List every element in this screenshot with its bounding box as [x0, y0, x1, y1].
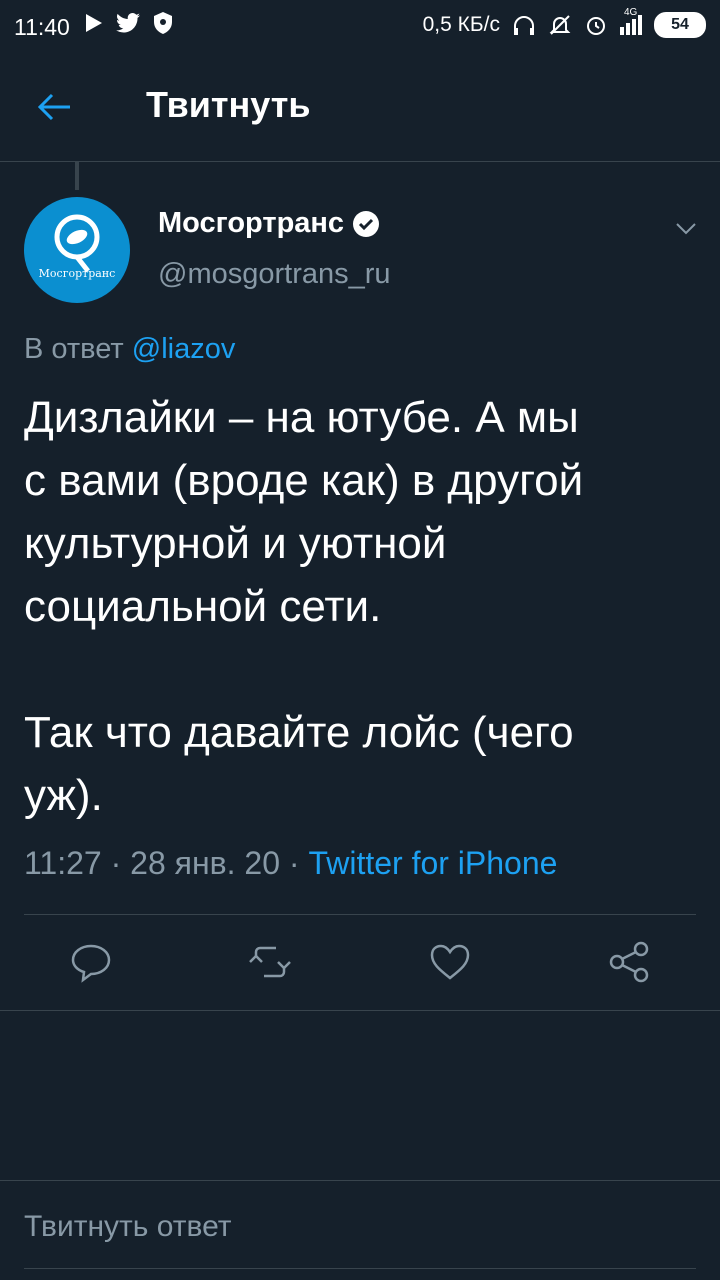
divider: [24, 914, 696, 915]
mute-bell-icon: [549, 15, 571, 35]
reply-mention-link[interactable]: @liazov: [132, 333, 236, 365]
verified-badge-icon: [353, 210, 380, 237]
thread-connector: [75, 162, 79, 190]
author-handle[interactable]: @mosgortrans_ru: [158, 258, 391, 291]
status-right: 0,5 КБ/с 4G 54: [422, 7, 706, 38]
network-type: 4G: [624, 7, 638, 18]
arrow-left-icon: [37, 93, 70, 121]
divider: [0, 1010, 720, 1011]
like-icon: [430, 944, 470, 980]
alarm-icon: [587, 17, 605, 35]
headphones-icon: [514, 16, 534, 35]
author-name[interactable]: Мосгортранс: [158, 207, 344, 240]
meta-separator: ·: [288, 845, 309, 881]
tweet-date: 28 янв. 20: [130, 845, 280, 881]
reply-context: В ответ @liazov: [24, 333, 235, 366]
avatar[interactable]: Мосгортранс: [24, 197, 130, 303]
share-button[interactable]: [605, 938, 653, 986]
retweet-button[interactable]: [246, 938, 294, 986]
reply-icon: [71, 944, 111, 983]
chevron-down-icon: [676, 223, 696, 235]
reply-input[interactable]: Твитнуть ответ: [24, 1210, 232, 1244]
reply-input-underline: [24, 1268, 696, 1269]
meta-separator: ·: [110, 845, 131, 881]
status-time: 11:40: [14, 14, 70, 40]
reply-button[interactable]: [67, 938, 115, 986]
twitter-bird-icon: [116, 13, 140, 33]
author-name-row[interactable]: Мосгортранс: [158, 207, 380, 240]
tweet-source-link[interactable]: Twitter for iPhone: [308, 845, 557, 881]
play-icon: [86, 14, 102, 32]
tweet-menu-button[interactable]: [672, 214, 700, 242]
like-button[interactable]: [426, 938, 474, 986]
status-left-icons: [86, 12, 172, 34]
tweet-meta: 11:27 · 28 янв. 20 · Twitter for iPhone: [24, 845, 557, 882]
tweet-text: Дизлайки – на ютубе. А мы с вами (вроде …: [24, 393, 584, 820]
back-button[interactable]: [32, 84, 78, 130]
tweet-time: 11:27: [24, 845, 102, 881]
reply-prefix: В ответ: [24, 333, 132, 365]
retweet-icon: [249, 946, 291, 978]
network-speed: 0,5 КБ/с: [422, 13, 500, 36]
tweet-actions: [0, 930, 720, 1000]
avatar-label: Мосгортранс: [38, 267, 116, 280]
shield-icon: [154, 12, 172, 34]
page-title: Твитнуть: [146, 84, 311, 125]
status-bar: 11:40 0,5 КБ/с 4G 54: [0, 0, 720, 54]
mosgortrans-logo-icon: [54, 214, 100, 273]
battery-indicator: 54: [654, 12, 706, 38]
divider: [0, 1180, 720, 1181]
signal-icon: 4G: [620, 7, 642, 35]
share-icon: [609, 941, 649, 983]
top-app-bar: Твитнуть: [0, 54, 720, 162]
